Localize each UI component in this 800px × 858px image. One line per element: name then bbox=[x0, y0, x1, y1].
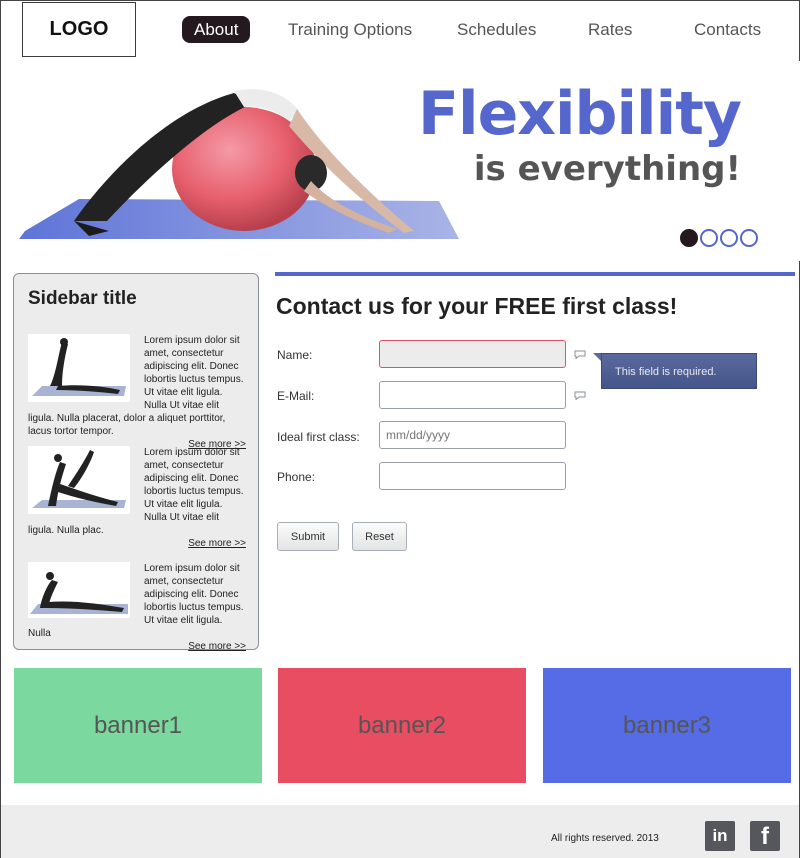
yoga-pose-thumbnail bbox=[28, 562, 130, 618]
logo[interactable]: LOGO bbox=[22, 2, 136, 57]
nav-item-contacts[interactable]: Contacts bbox=[694, 16, 761, 43]
name-label: Name: bbox=[277, 348, 313, 362]
first-class-date-field[interactable] bbox=[379, 421, 566, 449]
yoga-pose-thumbnail bbox=[28, 446, 130, 514]
banner-2[interactable]: banner2 bbox=[278, 668, 526, 783]
sidebar-title: Sidebar title bbox=[28, 288, 137, 309]
nav-item-schedules[interactable]: Schedules bbox=[457, 16, 536, 43]
sidebar-item-1: Lorem ipsum dolor sit amet, consectetur … bbox=[28, 334, 246, 450]
banner-label: banner3 bbox=[622, 711, 712, 739]
email-field[interactable] bbox=[379, 381, 566, 409]
reset-button[interactable]: Reset bbox=[352, 522, 407, 551]
submit-button[interactable]: Submit bbox=[277, 522, 339, 551]
slider-dot-2[interactable] bbox=[700, 229, 718, 247]
contact-title: Contact us for your FREE first class! bbox=[276, 293, 678, 319]
banner-3[interactable]: banner3 bbox=[543, 668, 791, 783]
yoga-ball-image bbox=[19, 89, 459, 239]
name-field[interactable] bbox=[379, 340, 566, 368]
linkedin-icon[interactable]: in bbox=[705, 821, 735, 851]
nav-item-about[interactable]: About bbox=[182, 16, 251, 43]
see-more-link[interactable]: See more >> bbox=[28, 641, 246, 652]
email-label: E-Mail: bbox=[277, 389, 315, 403]
see-more-link[interactable]: See more >> bbox=[28, 538, 246, 549]
hero-subtitle: is everything! bbox=[473, 149, 741, 189]
nav-item-rates[interactable]: Rates bbox=[588, 16, 632, 43]
banner-label: banner2 bbox=[357, 711, 447, 739]
footer: All rights reserved. 2013 in f bbox=[1, 805, 799, 858]
comment-icon bbox=[574, 350, 586, 359]
comment-icon bbox=[574, 391, 586, 400]
nav-item-training-options[interactable]: Training Options bbox=[288, 16, 412, 43]
error-tooltip: This field is required. bbox=[601, 353, 757, 389]
yoga-pose-thumbnail bbox=[28, 334, 130, 402]
phone-field[interactable] bbox=[379, 462, 566, 490]
banner-1[interactable]: banner1 bbox=[14, 668, 262, 783]
phone-label: Phone: bbox=[277, 470, 316, 484]
logo-text: LOGO bbox=[49, 18, 109, 40]
sidebar-item-2: Lorem ipsum dolor sit amet, consectetur … bbox=[28, 446, 246, 549]
slider-dot-1[interactable] bbox=[680, 229, 698, 247]
sidebar: Sidebar title Lorem ipsum dolor sit amet… bbox=[13, 273, 259, 652]
copyright-text: All rights reserved. 2013 bbox=[551, 833, 659, 844]
hero-slider: Flexibility is everything! bbox=[1, 61, 800, 261]
section-divider bbox=[275, 272, 795, 276]
slider-dot-3[interactable] bbox=[720, 229, 738, 247]
banner-label: banner1 bbox=[93, 711, 183, 739]
sidebar-item-3: Lorem ipsum dolor sit amet, consectetur … bbox=[28, 562, 246, 652]
facebook-icon[interactable]: f bbox=[750, 821, 780, 851]
date-label: Ideal first class: bbox=[277, 430, 360, 444]
slider-dots bbox=[680, 229, 758, 247]
hero-title: Flexibility bbox=[418, 79, 742, 149]
slider-dot-4[interactable] bbox=[740, 229, 758, 247]
